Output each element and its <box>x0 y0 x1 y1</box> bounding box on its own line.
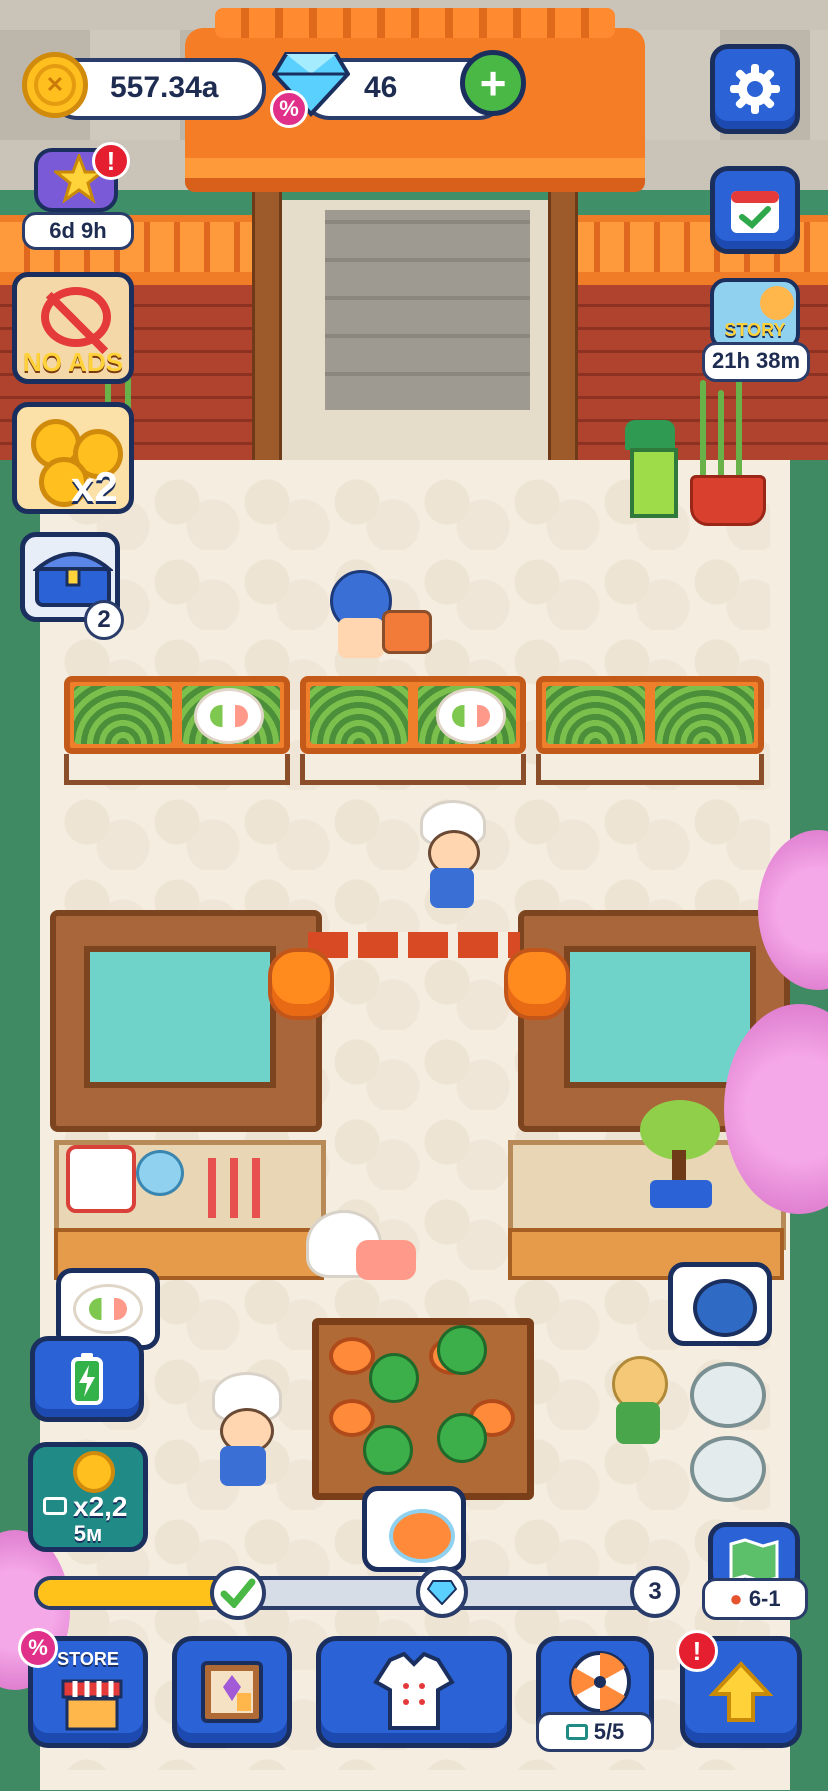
upgrade-alert-badge: ! <box>676 1630 718 1672</box>
coins-x2-label: x2 <box>71 463 118 510</box>
video-ad-icon <box>565 1724 588 1740</box>
cook-character[interactable] <box>306 1210 426 1320</box>
story-label: STORY <box>724 320 786 340</box>
settings-button[interactable] <box>710 44 800 134</box>
order-card-center[interactable] <box>362 1486 466 1572</box>
green-lantern <box>620 420 680 520</box>
serving-counter-3[interactable] <box>536 676 764 786</box>
customer-character[interactable] <box>320 570 432 680</box>
no-ads-button[interactable]: NO ADS <box>12 272 134 384</box>
story-button[interactable]: STORY <box>710 278 800 350</box>
decor-button[interactable] <box>172 1636 292 1748</box>
store-discount-badge: % <box>18 1628 58 1668</box>
dish-plate[interactable] <box>436 688 506 744</box>
coins-x2-button[interactable]: x2 <box>12 402 134 514</box>
cooking-pot[interactable] <box>690 1362 766 1428</box>
level-progress-bar <box>34 1576 664 1610</box>
order-card-right[interactable] <box>668 1262 772 1346</box>
bowl-stack[interactable] <box>136 1150 184 1196</box>
gate-post-right <box>548 180 578 476</box>
battery-icon <box>71 1353 103 1405</box>
milestone-complete <box>210 1566 266 1620</box>
add-gems-button[interactable]: + <box>460 50 526 116</box>
gate-inner-wall <box>325 210 530 410</box>
calendar-check-icon <box>731 191 779 233</box>
coin-icon <box>73 1451 115 1493</box>
staff-button[interactable] <box>316 1636 512 1748</box>
window-right <box>564 946 756 1088</box>
wheel-count: 5/5 <box>593 1719 625 1744</box>
cook-character[interactable] <box>204 1372 284 1492</box>
dish-plate[interactable] <box>194 688 264 744</box>
gem-discount-badge: % <box>270 90 308 128</box>
video-ad-icon <box>43 1497 67 1515</box>
knives-rack[interactable] <box>208 1158 268 1218</box>
cooking-pot[interactable] <box>690 1436 766 1502</box>
diamond-icon <box>427 1580 457 1605</box>
no-ads-label: NO ADS <box>22 347 124 377</box>
gem-amount: 46 <box>364 71 398 104</box>
waiter-character[interactable] <box>412 800 492 920</box>
arrow-up-icon <box>709 1661 773 1722</box>
ad-boost-button[interactable]: x2,2 5м <box>28 1442 148 1552</box>
map-icon <box>729 1538 779 1582</box>
wheel-spins: 5/5 <box>536 1712 654 1752</box>
soup-icon <box>389 1509 455 1563</box>
story-timer: 21h 38m <box>702 342 810 382</box>
event-alert-badge: ! <box>92 142 130 180</box>
milestone-end-badge: 3 <box>630 1566 680 1618</box>
noodle-bowl-icon <box>693 1279 757 1337</box>
chef-jacket-icon <box>373 1652 455 1730</box>
plus-icon: + <box>479 57 507 109</box>
cabinet-icon <box>201 1661 263 1723</box>
chest-count-badge: 2 <box>84 600 124 640</box>
window-left <box>84 946 276 1088</box>
level-indicator[interactable]: ● 6-1 <box>702 1578 808 1620</box>
wheel-icon <box>569 1651 631 1713</box>
gate-post-left <box>252 180 282 476</box>
lantern-right <box>504 948 570 1020</box>
event-timer: 6d 9h <box>22 212 134 250</box>
location-pin-icon: ● <box>729 1586 743 1611</box>
coin-icon: ✕ <box>22 52 88 118</box>
bonsai-plant <box>640 1100 720 1210</box>
plate-stack[interactable] <box>66 1145 136 1213</box>
dish-icon <box>73 1284 143 1334</box>
fence-left <box>50 910 322 1132</box>
ad-boost-duration: 5м <box>73 1521 103 1546</box>
checkmark-icon <box>220 1578 256 1608</box>
milestone-gem <box>416 1566 468 1618</box>
level-label: 6-1 <box>748 1586 781 1611</box>
energy-boost-button[interactable] <box>30 1336 144 1422</box>
cat-icon <box>760 286 794 320</box>
lantern-left <box>268 948 334 1020</box>
grill-station[interactable] <box>312 1318 534 1500</box>
gear-icon <box>730 64 780 114</box>
door-curtain <box>308 932 520 958</box>
bamboo-plant-right <box>690 380 766 526</box>
coin-amount: 557.34a <box>110 71 219 104</box>
ad-boost-multiplier: x2,2 <box>73 1491 128 1522</box>
shop-stall-icon <box>61 1679 123 1731</box>
cook-character[interactable] <box>606 1356 676 1456</box>
daily-calendar-button[interactable] <box>710 166 800 254</box>
